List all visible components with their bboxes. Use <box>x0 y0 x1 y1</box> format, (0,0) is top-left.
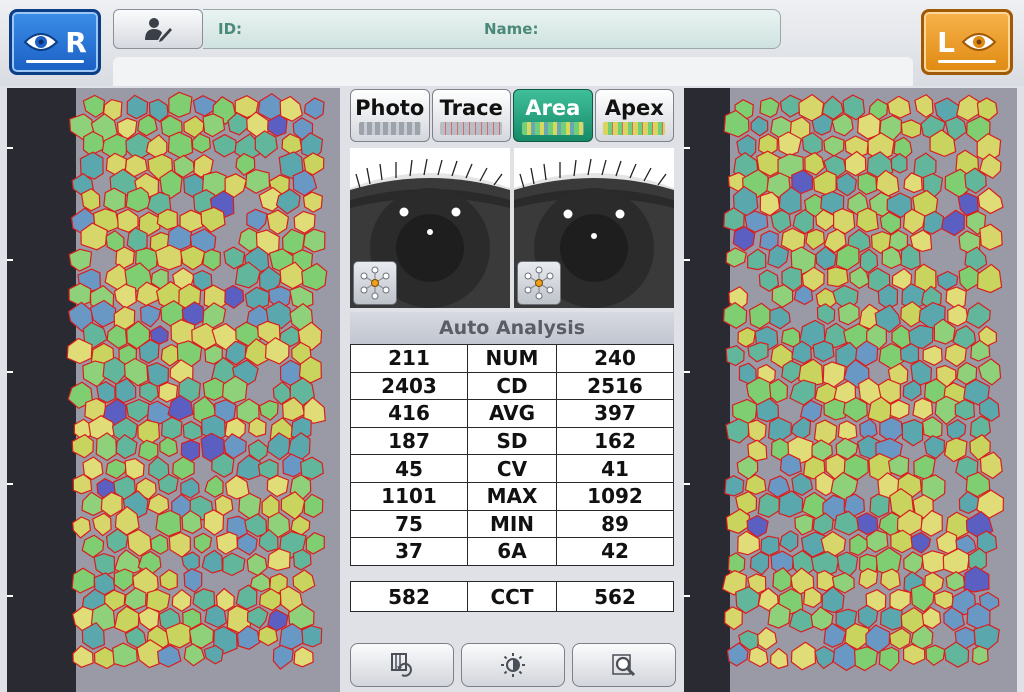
left-value: 1092 <box>556 481 674 511</box>
left-eye-photo <box>514 148 674 308</box>
right-specular-image <box>7 88 340 692</box>
cell-polygon <box>889 399 910 420</box>
table-row: 1101 MAX 1092 <box>350 481 674 511</box>
cell-polygon <box>869 493 890 518</box>
tab-apex-label: Apex <box>604 96 664 120</box>
cell-polygon <box>138 439 159 462</box>
table-row: 37 6A 42 <box>350 537 674 566</box>
eye-icon <box>23 33 59 51</box>
patient-edit-icon <box>145 18 172 42</box>
metric-label: CD <box>467 371 557 401</box>
cell-polygon <box>301 625 323 648</box>
left-eye-button[interactable]: L <box>921 9 1013 75</box>
left-value: 240 <box>556 344 674 373</box>
table-row: 582 CCT 562 <box>350 581 674 612</box>
right-eye-underline <box>26 60 84 63</box>
zoom-icon <box>612 654 636 677</box>
tab-trace-label: Trace <box>439 96 503 120</box>
metric-label: AVG <box>467 399 557 428</box>
right-value: 45 <box>350 454 468 483</box>
cct-table: 582 CCT 562 <box>350 581 674 612</box>
cct-label: CCT <box>467 581 557 612</box>
patient-edit-button[interactable] <box>113 9 203 49</box>
analysis-table: 211 NUM 240 2403 CD 2516 416 AVG 397 187 SD 162 … <box>350 344 674 566</box>
metric-label: MAX <box>467 481 557 511</box>
right-cct-value: 582 <box>350 581 468 612</box>
left-value: 162 <box>556 426 674 456</box>
cell-polygon <box>759 97 780 118</box>
left-eye-label: L <box>937 25 955 59</box>
tab-area-label: Area <box>525 96 581 120</box>
tab-photo[interactable]: Photo <box>350 89 430 142</box>
right-value: 2403 <box>350 371 468 401</box>
right-value: 75 <box>350 509 468 539</box>
left-cct-value: 562 <box>556 581 674 612</box>
tab-trace[interactable]: Trace <box>431 89 511 142</box>
tab-apex[interactable]: Apex <box>594 89 674 142</box>
right-eye-button[interactable]: R <box>9 9 101 75</box>
tab-trace-thumbnail <box>440 122 503 135</box>
cell-polygon <box>900 119 922 139</box>
fixation-target-icon[interactable] <box>517 261 561 305</box>
history-button[interactable] <box>350 643 454 687</box>
metric-label: 6A <box>467 537 557 566</box>
tab-photo-thumbnail <box>358 122 421 135</box>
table-row: 2403 CD 2516 <box>350 371 674 401</box>
cell-polygon <box>168 91 193 118</box>
table-row: 211 NUM 240 <box>350 344 674 373</box>
right-eye-photo <box>350 148 510 308</box>
left-value: 41 <box>556 454 674 483</box>
tab-strip <box>113 57 913 86</box>
left-value: 89 <box>556 509 674 539</box>
table-row: 187 SD 162 <box>350 426 674 456</box>
cell-polygon <box>827 266 849 288</box>
brightness-icon <box>501 653 525 677</box>
name-label: Name: <box>484 20 539 38</box>
right-eye-label: R <box>65 25 87 59</box>
id-label: ID: <box>218 20 243 38</box>
patient-info-bar: ID: Name: <box>203 9 781 49</box>
fixation-target-icon[interactable] <box>353 261 397 305</box>
history-icon <box>391 653 412 677</box>
zoom-button[interactable] <box>572 643 676 687</box>
table-row: 75 MIN 89 <box>350 509 674 539</box>
right-value: 187 <box>350 426 468 456</box>
right-value: 416 <box>350 399 468 428</box>
tab-area-thumbnail <box>521 122 584 135</box>
cell-polygon <box>912 397 934 421</box>
cell-polygon <box>724 475 745 497</box>
tab-photo-label: Photo <box>355 96 425 120</box>
metric-label: SD <box>467 426 557 456</box>
tab-apex-thumbnail <box>603 122 666 135</box>
brightness-button[interactable] <box>461 643 565 687</box>
table-row: 416 AVG 397 <box>350 399 674 428</box>
analysis-title: Auto Analysis <box>350 312 674 344</box>
cell-polygon <box>760 535 780 557</box>
left-eye-underline <box>938 60 996 63</box>
right-value: 211 <box>350 344 468 373</box>
left-value: 42 <box>556 537 674 566</box>
table-row: 45 CV 41 <box>350 454 674 483</box>
left-value: 2516 <box>556 371 674 401</box>
metric-label: MIN <box>467 509 557 539</box>
cell-polygon <box>857 172 878 196</box>
metric-label: CV <box>467 454 557 483</box>
metric-label: NUM <box>467 344 557 373</box>
left-value: 397 <box>556 399 674 428</box>
right-value: 37 <box>350 537 468 566</box>
left-specular-image <box>684 88 1017 692</box>
right-value: 1101 <box>350 481 468 511</box>
cell-polygon <box>921 550 946 574</box>
eye-icon <box>961 33 997 51</box>
cell-polygon <box>954 398 976 421</box>
cell-polygon <box>971 645 989 666</box>
mode-tabs: Photo Trace Area Apex <box>350 89 674 142</box>
tab-area[interactable]: Area <box>513 89 593 142</box>
